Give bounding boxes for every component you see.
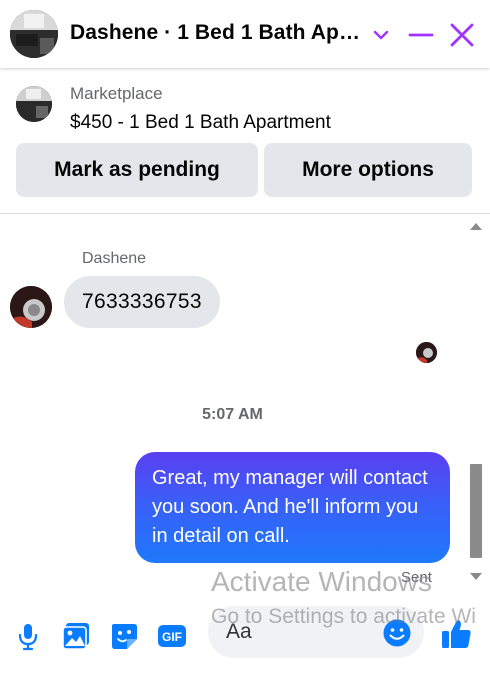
message-timestamp: 5:07 AM <box>202 406 263 423</box>
contact-avatar[interactable] <box>10 286 52 328</box>
scroll-up-icon[interactable] <box>466 216 486 236</box>
close-icon[interactable] <box>447 20 477 50</box>
mark-as-pending-button[interactable]: Mark as pending <box>16 143 258 197</box>
activate-windows-hint: Go to Settings to activate Wi <box>211 605 476 628</box>
gif-icon[interactable]: GIF <box>156 620 188 652</box>
more-options-button[interactable]: More options <box>264 143 472 197</box>
sticker-icon[interactable] <box>108 620 140 652</box>
seen-indicator-avatar <box>416 342 437 363</box>
message-thread: Dashene 7633336753 5:07 AM Great, my man… <box>0 214 490 599</box>
gif-label: GIF <box>162 630 182 644</box>
listing-source: Marketplace <box>70 84 163 103</box>
sender-name: Dashene <box>82 250 147 267</box>
incoming-message[interactable]: 7633336753 <box>64 276 220 328</box>
scrollbar[interactable] <box>466 214 486 599</box>
outgoing-message[interactable]: Great, my manager will contact you soon.… <box>135 452 450 563</box>
minimize-icon[interactable] <box>406 20 436 50</box>
chevron-down-icon[interactable] <box>366 20 396 50</box>
listing-thumbnail[interactable] <box>16 86 52 122</box>
marketplace-listing: Marketplace $450 - 1 Bed 1 Bath Apartmen… <box>0 68 490 214</box>
activate-windows-watermark: Activate Windows <box>211 566 432 597</box>
chat-title[interactable]: Dashene · 1 Bed 1 Bath Ap… <box>70 21 360 45</box>
listing-avatar[interactable] <box>10 10 58 58</box>
listing-title[interactable]: $450 - 1 Bed 1 Bath Apartment <box>70 112 331 134</box>
scrollbar-thumb[interactable] <box>470 464 482 558</box>
mic-icon[interactable] <box>12 620 44 652</box>
chat-header: Dashene · 1 Bed 1 Bath Ap… <box>0 0 490 68</box>
photo-icon[interactable] <box>60 620 92 652</box>
scroll-down-icon[interactable] <box>466 567 486 587</box>
